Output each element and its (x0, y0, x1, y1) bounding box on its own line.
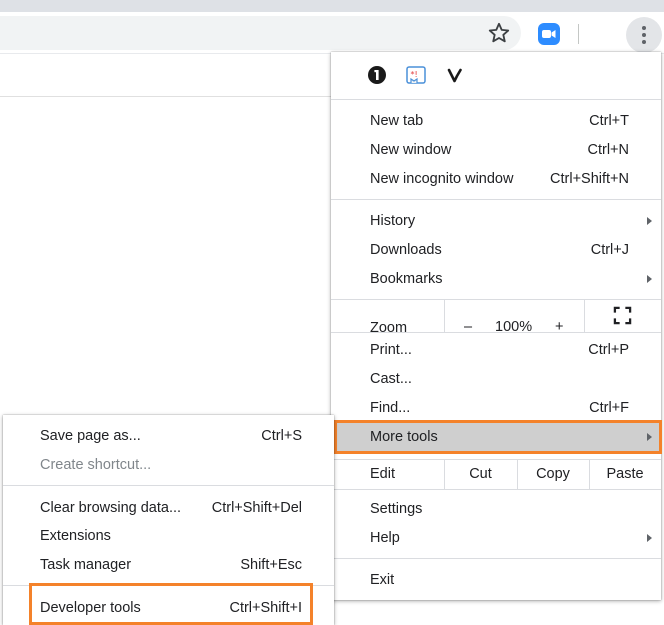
clipper-extension-icon[interactable]: *! (405, 64, 427, 86)
menu-item-label: Find... (370, 400, 411, 416)
menu-separator (331, 99, 661, 100)
menu-item-label: Bookmarks (370, 271, 443, 287)
menu-item-new-incognito-window[interactable]: New incognito window Ctrl+Shift+N (331, 165, 661, 193)
svg-text:*!: *! (411, 70, 418, 79)
menu-item-shortcut: Ctrl+Shift+Del (211, 500, 302, 516)
1password-icon[interactable] (366, 64, 388, 86)
address-bar[interactable] (0, 16, 521, 50)
menu-item-save-page[interactable]: Save page as... Ctrl+S (3, 422, 334, 450)
submenu-arrow-icon (647, 534, 652, 542)
copy-button[interactable]: Copy (517, 459, 589, 489)
paste-button[interactable]: Paste (589, 459, 661, 489)
tab-strip (0, 0, 664, 12)
menu-item-shortcut: Ctrl+S (261, 428, 302, 444)
more-vert-icon[interactable] (626, 17, 662, 53)
menu-item-shortcut: Ctrl+N (587, 142, 630, 158)
menu-separator (331, 489, 661, 490)
page-divider (0, 96, 331, 97)
menu-item-label: Downloads (370, 242, 442, 258)
menu-item-label: Clear browsing data... (40, 500, 182, 516)
menu-item-label: New tab (370, 113, 424, 129)
menu-separator (3, 485, 334, 486)
star-icon[interactable] (486, 20, 512, 46)
menu-item-new-tab[interactable]: New tab Ctrl+T (331, 107, 661, 135)
menu-item-shortcut: Ctrl+J (590, 242, 629, 258)
vimeo-extension-icon[interactable] (445, 64, 467, 86)
menu-item-exit[interactable]: Exit (331, 566, 661, 594)
submenu-arrow-icon (647, 217, 652, 225)
menu-item-label: New incognito window (370, 171, 514, 187)
menu-item-label: Create shortcut... (40, 457, 152, 473)
more-tools-highlight (334, 420, 662, 454)
menu-item-label: Extensions (40, 528, 111, 544)
chrome-main-menu: *! New tab Ctrl+T New window Ctrl+N New … (331, 52, 661, 600)
menu-separator (331, 332, 661, 333)
menu-item-label: Save page as... (40, 428, 141, 444)
menu-item-label: Settings (370, 501, 423, 517)
cut-button[interactable]: Cut (444, 459, 517, 489)
menu-item-settings[interactable]: Settings (331, 495, 661, 523)
menu-item-label: Exit (370, 572, 395, 588)
menu-item-label: Task manager (40, 557, 132, 573)
menu-item-cast[interactable]: Cast... (331, 365, 661, 393)
menu-item-new-window[interactable]: New window Ctrl+N (331, 136, 661, 164)
menu-item-label: Print... (370, 342, 412, 358)
menu-item-clear-browsing-data[interactable]: Clear browsing data... Ctrl+Shift+Del (3, 494, 334, 522)
menu-item-label: History (370, 213, 416, 229)
menu-item-shortcut: Ctrl+P (588, 342, 629, 358)
menu-item-downloads[interactable]: Downloads Ctrl+J (331, 236, 661, 264)
menu-item-extensions[interactable]: Extensions (3, 522, 334, 550)
zoom-divider (584, 300, 585, 332)
menu-item-shortcut: Ctrl+Shift+N (550, 171, 629, 187)
menu-item-label: Cast... (370, 371, 412, 387)
edit-label: Edit (370, 466, 395, 482)
menu-item-create-shortcut: Create shortcut... (3, 451, 334, 479)
fullscreen-icon[interactable] (613, 306, 632, 325)
submenu-arrow-icon (647, 275, 652, 283)
menu-separator (331, 558, 661, 559)
menu-separator (331, 299, 661, 300)
menu-item-help[interactable]: Help (331, 524, 661, 552)
menu-item-label: New window (370, 142, 452, 158)
toolbar-divider (578, 24, 579, 44)
menu-item-find[interactable]: Find... Ctrl+F (331, 394, 661, 422)
menu-item-bookmarks[interactable]: Bookmarks (331, 265, 661, 293)
menu-item-shortcut: Shift+Esc (240, 557, 302, 573)
menu-item-history[interactable]: History (331, 207, 661, 235)
menu-item-task-manager[interactable]: Task manager Shift+Esc (3, 551, 334, 579)
menu-separator (331, 199, 661, 200)
developer-tools-highlight (29, 583, 313, 625)
menu-item-shortcut: Ctrl+F (589, 400, 629, 416)
menu-item-shortcut: Ctrl+T (589, 113, 629, 129)
zoom-extension-icon[interactable] (538, 23, 560, 45)
menu-item-print[interactable]: Print... Ctrl+P (331, 336, 661, 364)
zoom-divider (444, 300, 445, 332)
menu-item-label: Help (370, 530, 400, 546)
